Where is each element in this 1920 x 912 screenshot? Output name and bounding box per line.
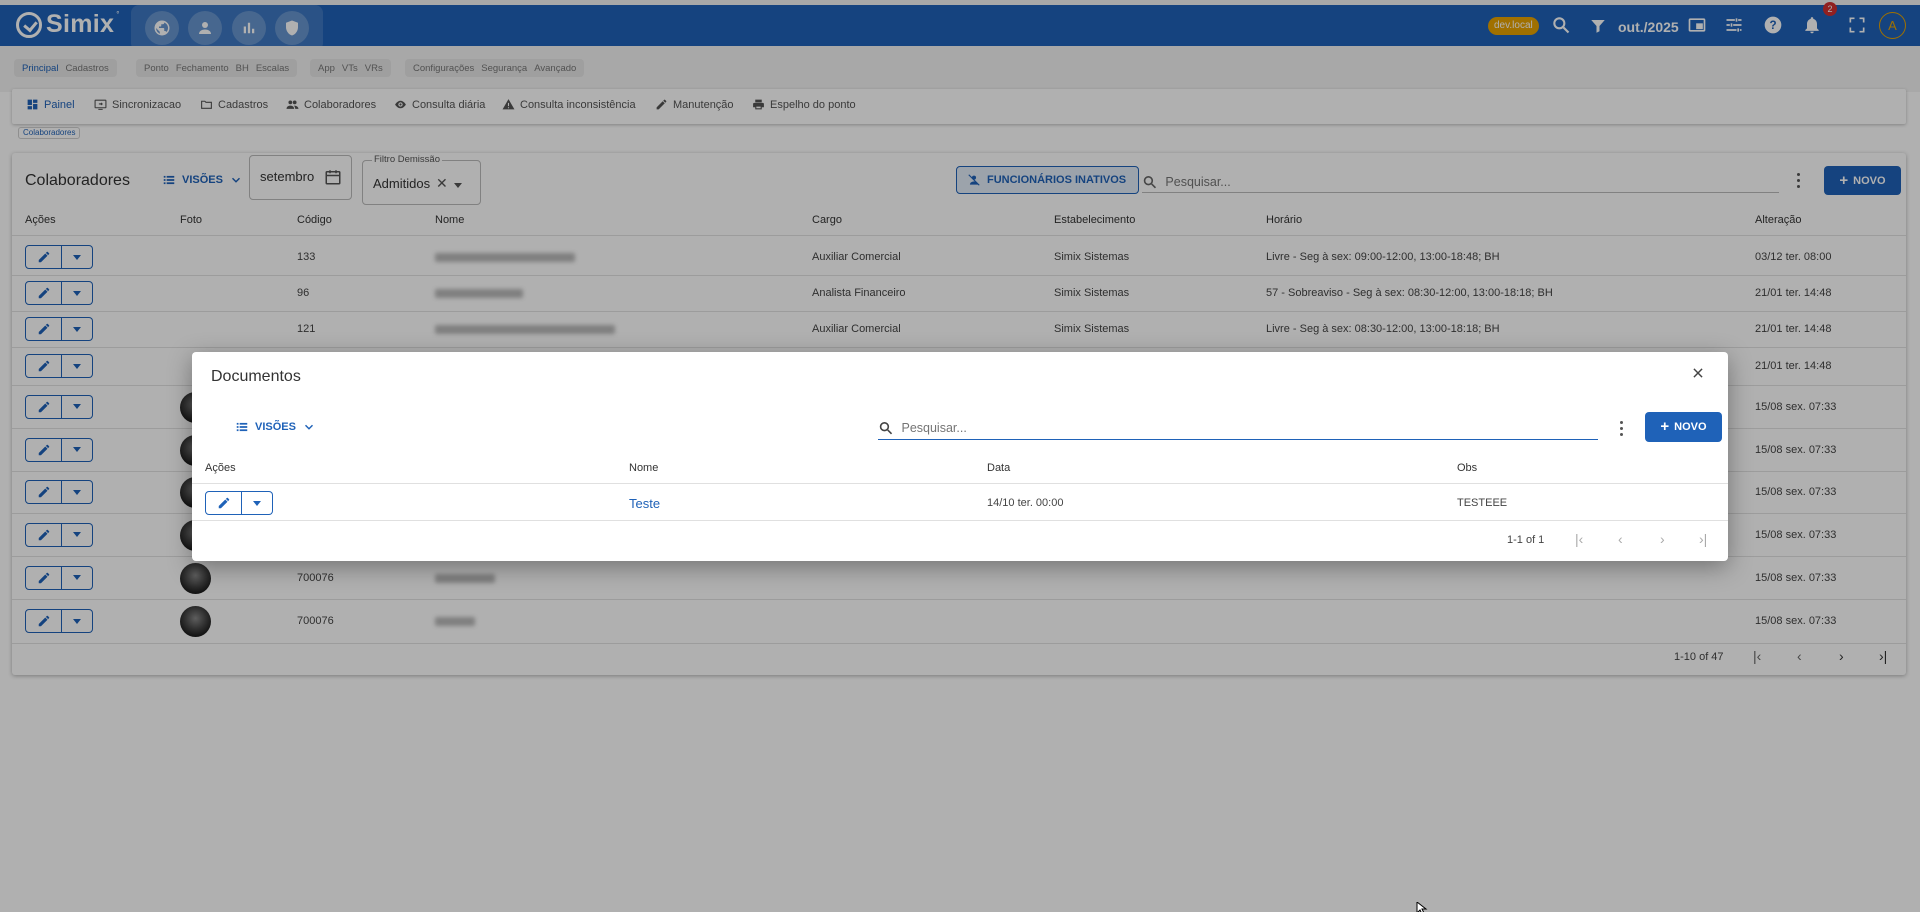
document-row-actions bbox=[205, 491, 273, 515]
caret-down-icon bbox=[253, 500, 261, 506]
plus-icon: + bbox=[1660, 418, 1670, 435]
list-icon bbox=[235, 420, 249, 434]
documents-search-input[interactable] bbox=[901, 421, 1598, 435]
document-obs: TESTEEE bbox=[1457, 497, 1508, 509]
doc-col-header-acoes: Ações bbox=[205, 462, 236, 474]
doc-col-header-data[interactable]: Data bbox=[987, 462, 1010, 474]
mouse-cursor-icon bbox=[1416, 902, 1428, 912]
document-actions-dropdown[interactable] bbox=[242, 491, 273, 515]
dialog-first-page-icon[interactable]: |‹ bbox=[1575, 531, 1583, 547]
document-name-link[interactable]: Teste bbox=[629, 496, 660, 511]
chevron-down-icon bbox=[302, 420, 316, 434]
search-icon bbox=[878, 420, 893, 436]
doc-col-header-obs[interactable]: Obs bbox=[1457, 462, 1477, 474]
dialog-header-divider bbox=[192, 483, 1728, 484]
document-date: 14/10 ter. 00:00 bbox=[987, 497, 1064, 509]
dialog-views-label: VISÕES bbox=[255, 421, 296, 433]
documents-search[interactable] bbox=[878, 417, 1598, 440]
dialog-title: Documentos bbox=[211, 368, 301, 385]
documents-dialog: Documentos VISÕES + NOVO Ações Nome Data… bbox=[192, 352, 1728, 561]
dialog-more-options-icon[interactable] bbox=[1618, 420, 1624, 438]
close-icon[interactable] bbox=[1691, 366, 1705, 380]
pencil-icon bbox=[218, 497, 229, 509]
dialog-row-divider bbox=[192, 520, 1728, 521]
dialog-pagination-range: 1-1 of 1 bbox=[1507, 534, 1545, 546]
doc-col-header-nome[interactable]: Nome bbox=[629, 462, 658, 474]
new-document-label: NOVO bbox=[1674, 421, 1707, 433]
row-action-group bbox=[205, 491, 273, 515]
dialog-last-page-icon[interactable]: ›| bbox=[1699, 531, 1707, 547]
dialog-views-button[interactable]: VISÕES bbox=[235, 420, 316, 434]
edit-document-button[interactable] bbox=[205, 491, 242, 515]
dialog-next-page-icon[interactable]: › bbox=[1660, 531, 1665, 547]
dialog-previous-page-icon[interactable]: ‹ bbox=[1618, 531, 1623, 547]
new-document-button[interactable]: + NOVO bbox=[1645, 412, 1722, 442]
